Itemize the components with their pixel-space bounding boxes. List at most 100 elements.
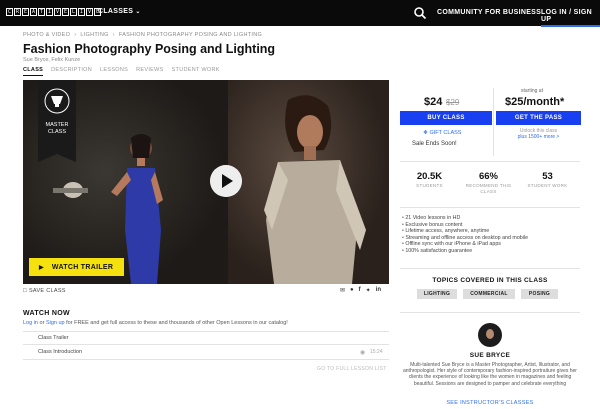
features-list: 21 Video lessons in HD Exclusive bonus c… [402,215,528,255]
instructor-name[interactable]: SUE BRYCE [400,352,580,359]
facebook-icon[interactable]: f [359,287,361,294]
logo-letter: A [30,8,37,16]
top-nav: C R E A T I V E L I V E CLASSES ⌄ COMMUN… [0,0,600,27]
play-button[interactable] [210,165,242,197]
see-instructor-classes-link[interactable]: SEE INSTRUCTOR'S CLASSES [400,400,580,406]
chevron-down-icon: ⌄ [135,9,141,15]
tab-class[interactable]: CLASS [23,67,44,76]
get-the-pass-button[interactable]: GET THE PASS [496,111,581,125]
search-icon[interactable] [413,6,427,20]
lesson-item[interactable]: Class Trailer [38,335,69,341]
topics-heading: TOPICS COVERED IN THIS CLASS [432,277,548,284]
nav-community-link[interactable]: COMMUNITY [437,9,483,16]
linkedin-icon[interactable]: in [376,287,381,294]
logo-letter: E [62,8,69,16]
purchase-divider [493,88,494,156]
login-signup-link[interactable]: LOG IN / SIGN UP [541,9,600,27]
share-icons: ✉ ● f ✦ in [340,287,381,294]
tab-description[interactable]: DESCRIPTION [51,67,92,76]
list-item: Streaming and offline access on desktop … [402,235,528,242]
breadcrumb-item[interactable]: PHOTO & VIDEO [23,32,70,38]
breadcrumb-separator: › [74,32,77,38]
divider [23,359,389,360]
watch-trailer-button[interactable]: ▶ WATCH TRAILER [29,258,124,276]
master-class-label: MASTER CLASS [45,122,69,135]
breadcrumb-item[interactable]: LIGHTING [80,32,108,38]
email-icon[interactable]: ✉ [340,287,345,294]
twitter-icon[interactable]: ✦ [366,287,371,294]
stat-number: 20.5K [416,171,443,182]
play-triangle-icon: ▶ [39,264,44,271]
monthly-price: $25/month* [505,96,565,108]
signup-link[interactable]: Sign up [46,320,65,326]
breadcrumb-item[interactable]: FASHION PHOTOGRAPHY POSING AND LIGHTING [119,32,262,38]
classes-menu[interactable]: CLASSES ⌄ [98,8,141,15]
divider [400,312,580,313]
gift-icon: ❖ [423,130,428,136]
save-class-label: SAVE CLASS [28,288,66,294]
starting-at-text: starting at [521,88,543,94]
logo-letter: L [70,8,77,16]
list-item: Exclusive bonus content [402,222,528,229]
tab-student-work[interactable]: STUDENT WORK [172,67,220,76]
video-still-right [228,80,389,284]
logo-letter: V [86,8,93,16]
badge-notch [38,154,76,162]
list-item: 21 Video lessons in HD [402,215,528,222]
page-title: Fashion Photography Posing and Lighting [23,42,276,56]
list-item: Offline sync with our iPhone & iPad apps [402,241,528,248]
topic-chip-commercial[interactable]: COMMERCIAL [463,289,515,299]
divider [400,161,580,162]
eye-icon: ◉ [360,350,366,356]
creativelive-logo[interactable]: C R E A T I V E L I V E [6,8,101,18]
logo-letter: I [46,8,53,16]
topic-chip-lighting[interactable]: LIGHTING [417,289,457,299]
instructor-names[interactable]: Sue Bryce, Felix Kunze [23,57,80,63]
watch-now-description: Log in or Sign up for FREE and get full … [23,320,288,326]
stat-number: 53 [542,171,553,182]
nav-business-link[interactable]: FOR BUSINESS [485,9,541,16]
avatar[interactable] [478,323,502,347]
breadcrumb: PHOTO & VIDEO › LIGHTING › FASHION PHOTOGRAP… [23,32,262,38]
login-link[interactable]: Log in [23,320,38,326]
divider [400,268,580,269]
unlock-text: Unlock this class plus 1500+ more > [511,128,566,140]
stat-student-work: 53 STUDENT WORK [520,171,575,189]
list-item: Lifetime access, anywhere, anytime [402,228,528,235]
watch-trailer-label: WATCH TRAILER [51,263,114,271]
list-item: 100% satisfaction guarantee [402,248,528,255]
logo-letter: E [22,8,29,16]
logo-letter: R [14,8,21,16]
original-price: $29 [446,98,460,107]
tab-lessons[interactable]: LESSONS [100,67,128,76]
bookmark-icon: □ [23,288,27,294]
divider [23,331,389,332]
pinterest-icon[interactable]: ● [350,287,354,294]
logo-letter: I [78,8,85,16]
watch-now-heading: WATCH NOW [23,310,70,317]
full-lesson-list-link[interactable]: GO TO FULL LESSON LIST [317,366,387,372]
divider [23,344,389,345]
model-figure-image [264,95,366,284]
breadcrumb-separator: › [112,32,115,38]
stat-recommend: 66% RECOMMEND THIS CLASS [461,171,516,195]
stat-label: STUDENTS [416,183,443,188]
buy-class-button[interactable]: BUY CLASS [400,111,492,125]
unlock-more-link[interactable]: plus 1500+ more > [518,134,560,140]
avatar-face [486,329,494,339]
topic-chip-posing[interactable]: POSING [521,289,558,299]
gift-class-label: GIFT CLASS [429,130,462,136]
divider [400,207,580,208]
class-price: $24 [424,96,443,108]
classes-menu-label: CLASSES [98,8,134,15]
lesson-item[interactable]: Class Introduction [38,349,82,355]
logo-letter: T [38,8,45,16]
video-player[interactable]: MASTER CLASS ▶ WATCH TRAILER [23,80,389,284]
tab-reviews[interactable]: REVIEWS [136,67,163,76]
save-class-button[interactable]: □ SAVE CLASS [23,288,66,294]
stat-students: 20.5K STUDENTS [402,171,457,189]
gift-class-link[interactable]: ❖ GIFT CLASS [423,130,461,136]
lesson-duration: 15:24 [370,349,383,355]
trophy-icon [44,88,70,114]
class-tabs: CLASS DESCRIPTION LESSONS REVIEWS STUDEN… [23,67,220,76]
